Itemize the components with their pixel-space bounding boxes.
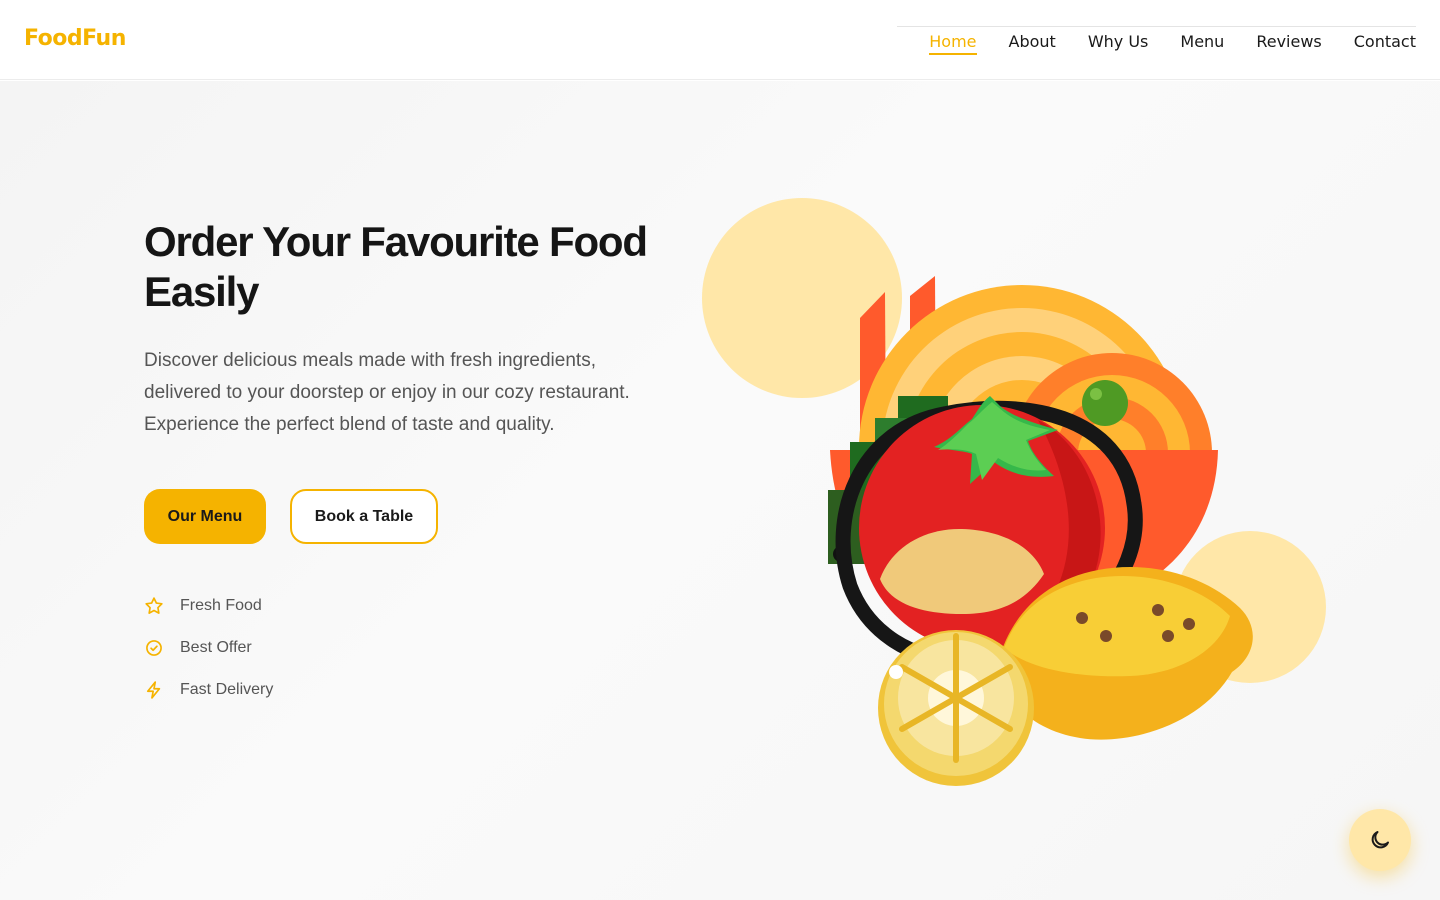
feature-item-fresh-food: Fresh Food: [144, 594, 704, 618]
book-table-button[interactable]: Book a Table: [290, 489, 438, 544]
hero-buttons: Our Menu Book a Table: [144, 489, 704, 544]
nav-divider: [897, 26, 1416, 27]
star-icon: [145, 597, 163, 614]
moon-icon: [1371, 831, 1389, 849]
feature-label: Fast Delivery: [180, 681, 274, 698]
theme-toggle-button[interactable]: [1349, 809, 1411, 871]
feature-list: Fresh Food Best Offer Fast Delivery: [144, 594, 704, 702]
hero-title: Order Your Favourite Food Easily: [144, 218, 648, 315]
check-circle-icon: [146, 640, 162, 656]
hero-section: Order Your Favourite Food Easily Discove…: [0, 81, 1440, 900]
food-illustration: [702, 198, 1326, 786]
nav-link-why-us[interactable]: Why Us: [1088, 26, 1149, 53]
hero-description: Discover delicious meals made with fresh…: [144, 350, 630, 435]
feature-item-best-offer: Best Offer: [144, 636, 704, 660]
lemon-slice-icon: [878, 630, 1034, 786]
lightning-icon: [146, 681, 161, 699]
nav-link-home[interactable]: Home: [929, 26, 977, 55]
nav-link-about[interactable]: About: [1009, 26, 1056, 53]
navbar: FoodFun Home About Why Us Menu Reviews C…: [0, 0, 1440, 80]
feature-item-fast-delivery: Fast Delivery: [144, 678, 704, 702]
nav-link-menu[interactable]: Menu: [1180, 26, 1224, 53]
our-menu-button[interactable]: Our Menu: [144, 489, 266, 544]
hero-content: Order Your Favourite Food Easily Discove…: [144, 217, 704, 720]
pea-icon: [1082, 380, 1128, 426]
nav-link-reviews[interactable]: Reviews: [1256, 26, 1321, 53]
main-nav: Home About Why Us Menu Reviews Contact: [897, 26, 1416, 56]
feature-label: Fresh Food: [180, 597, 262, 614]
nav-link-contact[interactable]: Contact: [1354, 26, 1416, 53]
brand-logo[interactable]: FoodFun: [24, 26, 126, 51]
feature-label: Best Offer: [180, 639, 252, 656]
